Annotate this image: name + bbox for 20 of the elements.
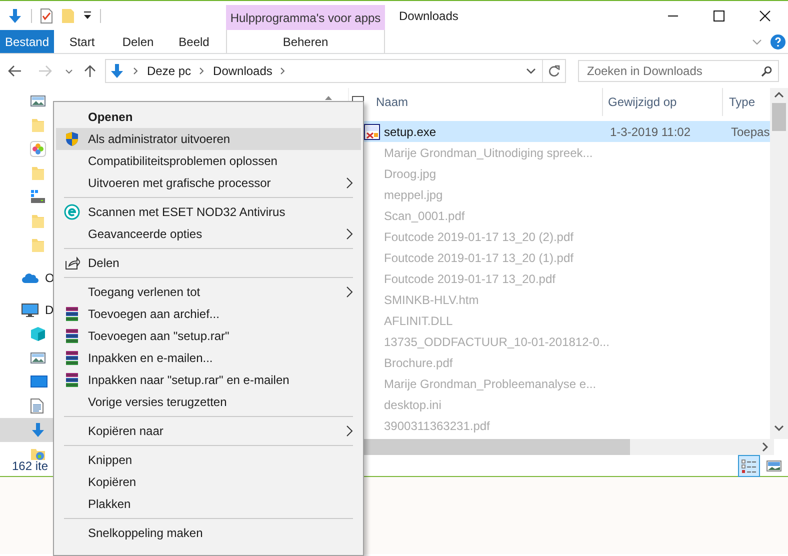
file-name: meppel.jpg [383, 186, 444, 204]
file-name: AFLINIT.DLL [383, 312, 454, 330]
file-name: Brochure.pdf [383, 354, 454, 372]
file-name: Marije Grondman_Probleemanalyse e... [383, 376, 598, 392]
file-name: Foutcode 2019-01-17 13_20.pdf [383, 270, 556, 288]
file-name: setup.exe [383, 124, 438, 140]
file-name: SMINKB-HLV.htm [383, 292, 480, 308]
item-count: 162 ite [12, 458, 48, 474]
file-name: Droog.jpg [383, 166, 438, 182]
table-cell-text: Toepas [730, 124, 770, 140]
table-cell-text: 1-3-2019 11:02 [609, 124, 692, 140]
file-name: Foutcode 2019-01-17 13_20 (1).pdf [383, 250, 574, 266]
file-name: Marije Grondman_Uitnodiging spreek... [383, 144, 594, 162]
search-placeholder: Zoeken in Downloads [587, 63, 704, 80]
file-name: Scan_0001.pdf [383, 208, 466, 224]
file-name: 3900311363231.pdf [383, 418, 491, 434]
file-name: desktop.ini [383, 396, 442, 414]
file-name: Foutcode 2019-01-17 13_20 (2).pdf [383, 228, 574, 246]
context-tab-header: Hulpprogramma's voor apps [226, 5, 385, 30]
window-title: Downloads [398, 8, 460, 24]
